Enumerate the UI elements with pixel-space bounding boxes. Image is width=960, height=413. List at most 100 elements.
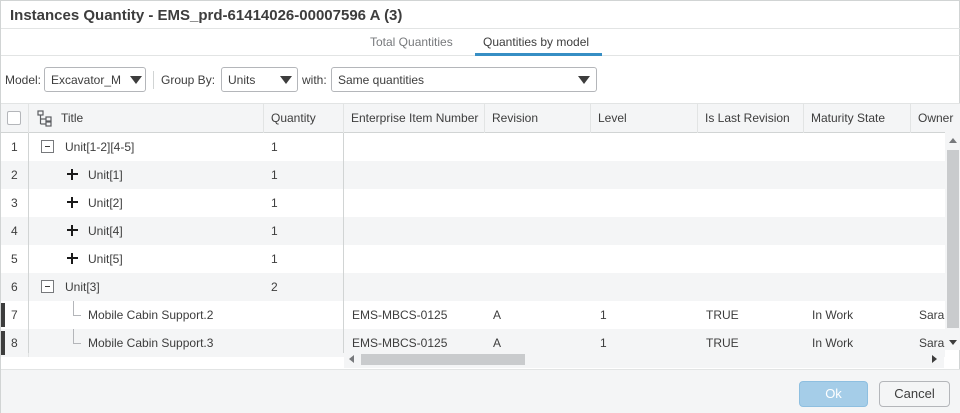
scroll-left-icon[interactable] xyxy=(349,355,354,363)
chevron-down-icon xyxy=(130,76,142,84)
horizontal-scrollbar[interactable] xyxy=(344,350,944,368)
header-level[interactable]: Level xyxy=(591,104,698,133)
tree-connector xyxy=(73,315,81,316)
header-select-all[interactable] xyxy=(1,104,29,133)
with-select-value: Same quantities xyxy=(338,73,425,87)
column-owner-label: Owner xyxy=(918,111,954,125)
dialog-titlebar: Instances Quantity - EMS_prd-61414026-00… xyxy=(1,1,960,29)
column-title-label: Title xyxy=(61,111,84,125)
row-number: 5 xyxy=(11,252,18,266)
cell-quantity: 1 xyxy=(271,196,278,210)
table-row[interactable]: 3 Unit[2] 1 xyxy=(1,189,945,217)
model-select-value: Excavator_M xyxy=(51,73,122,87)
expand-icon[interactable] xyxy=(66,196,79,209)
active-tab-indicator xyxy=(475,53,602,56)
chevron-down-icon xyxy=(578,76,590,84)
table-row[interactable]: 5 Unit[5] 1 xyxy=(1,245,945,273)
chevron-down-icon xyxy=(280,76,292,84)
cell-quantity: 1 xyxy=(271,224,278,238)
cell-title: Unit[3] xyxy=(65,280,100,294)
header-revision[interactable]: Revision xyxy=(485,104,591,133)
table-row[interactable]: 4 Unit[4] 1 xyxy=(1,217,945,245)
cell-quantity: 1 xyxy=(271,168,278,182)
vertical-scrollbar[interactable] xyxy=(945,132,960,350)
row-number: 3 xyxy=(11,196,18,210)
row-number: 7 xyxy=(11,308,18,322)
toolbar-separator xyxy=(153,71,154,89)
cell-quantity: 1 xyxy=(271,140,278,154)
cell-revision: A xyxy=(493,308,502,322)
expand-icon[interactable] xyxy=(66,252,79,265)
with-label: with: xyxy=(302,73,327,87)
cell-is-last-revision: TRUE xyxy=(706,308,739,322)
select-all-checkbox[interactable] xyxy=(7,111,21,125)
grid-header: Title Quantity Enterprise Item Number Re… xyxy=(1,104,960,133)
model-label: Model: xyxy=(5,73,42,87)
cell-is-last-revision: TRUE xyxy=(706,336,739,350)
cell-owner: Sara xyxy=(919,308,945,322)
header-maturity-state[interactable]: Maturity State xyxy=(804,104,911,133)
tree-connector xyxy=(73,329,74,343)
ok-button[interactable]: Ok xyxy=(799,381,868,407)
tree-connector xyxy=(73,301,74,315)
scroll-down-icon[interactable] xyxy=(949,340,957,345)
column-eid-label: Enterprise Item Number xyxy=(351,111,479,125)
horizontal-scroll-thumb[interactable] xyxy=(361,354,525,365)
row-number: 2 xyxy=(11,168,18,182)
row-number-cell: 7 xyxy=(1,301,29,329)
model-select[interactable]: Excavator_M xyxy=(44,67,146,92)
cell-revision: A xyxy=(493,336,502,350)
row-number-cell: 3 xyxy=(1,189,29,217)
row-number-cell: 6 xyxy=(1,273,29,301)
row-number-cell: 4 xyxy=(1,217,29,245)
row-number: 1 xyxy=(11,140,18,154)
cell-maturity-state: In Work xyxy=(812,308,854,322)
group-by-label: Group By: xyxy=(161,73,216,87)
row-number: 4 xyxy=(11,224,18,238)
with-select[interactable]: Same quantities xyxy=(331,67,597,92)
tab-bar: Total Quantities Quantities by model xyxy=(1,29,960,56)
scroll-up-icon[interactable] xyxy=(949,138,957,143)
row-number-cell: 8 xyxy=(1,329,29,357)
cell-title: Mobile Cabin Support.2 xyxy=(88,308,214,322)
dialog-title: Instances Quantity - EMS_prd-61414026-00… xyxy=(10,7,403,24)
table-row[interactable]: 1 Unit[1-2][4-5] 1 xyxy=(1,133,945,161)
cell-enterprise-item-number: EMS-MBCS-0125 xyxy=(352,308,448,322)
row-number-cell: 5 xyxy=(1,245,29,273)
scroll-right-icon[interactable] xyxy=(932,355,937,363)
row-number-cell: 2 xyxy=(1,161,29,189)
cell-level: 1 xyxy=(600,308,607,322)
dialog-footer: Ok Cancel xyxy=(1,369,960,413)
table-row[interactable]: 7 Mobile Cabin Support.2 EMS-MBCS-0125 A… xyxy=(1,301,945,329)
cancel-button[interactable]: Cancel xyxy=(879,381,950,407)
cell-enterprise-item-number: EMS-MBCS-0125 xyxy=(352,336,448,350)
frozen-column-divider xyxy=(343,133,344,353)
table-row[interactable]: 6 Unit[3] 2 xyxy=(1,273,945,301)
cell-title: Unit[2] xyxy=(88,196,123,210)
row-number: 6 xyxy=(11,280,18,294)
group-by-select[interactable]: Units xyxy=(221,67,298,92)
expand-icon[interactable] xyxy=(66,168,79,181)
toolbar: Model: Excavator_M Group By: Units with:… xyxy=(1,57,960,103)
collapse-icon[interactable] xyxy=(41,140,54,153)
instances-quantity-dialog: Instances Quantity - EMS_prd-61414026-00… xyxy=(0,0,960,413)
cell-level: 1 xyxy=(600,336,607,350)
column-quantity-label: Quantity xyxy=(271,111,316,125)
expand-icon[interactable] xyxy=(66,224,79,237)
tree-connector xyxy=(73,343,81,344)
cell-title: Mobile Cabin Support.3 xyxy=(88,336,214,350)
header-is-last-revision[interactable]: Is Last Revision xyxy=(698,104,804,133)
collapse-icon[interactable] xyxy=(41,280,54,293)
cell-title: Unit[4] xyxy=(88,224,123,238)
vertical-scroll-thumb[interactable] xyxy=(947,150,959,328)
tab-quantities-by-model[interactable]: Quantities by model xyxy=(483,35,589,49)
table-row[interactable]: 2 Unit[1] 1 xyxy=(1,161,945,189)
row-number-divider xyxy=(28,133,29,353)
header-enterprise-item-number[interactable]: Enterprise Item Number xyxy=(344,104,485,133)
cell-owner: Sara xyxy=(919,336,945,350)
header-quantity[interactable]: Quantity xyxy=(264,104,344,133)
tab-total-quantities[interactable]: Total Quantities xyxy=(370,35,453,49)
header-owner[interactable]: Owner xyxy=(911,104,960,133)
cell-maturity-state: In Work xyxy=(812,336,854,350)
header-title[interactable]: Title xyxy=(29,104,264,133)
